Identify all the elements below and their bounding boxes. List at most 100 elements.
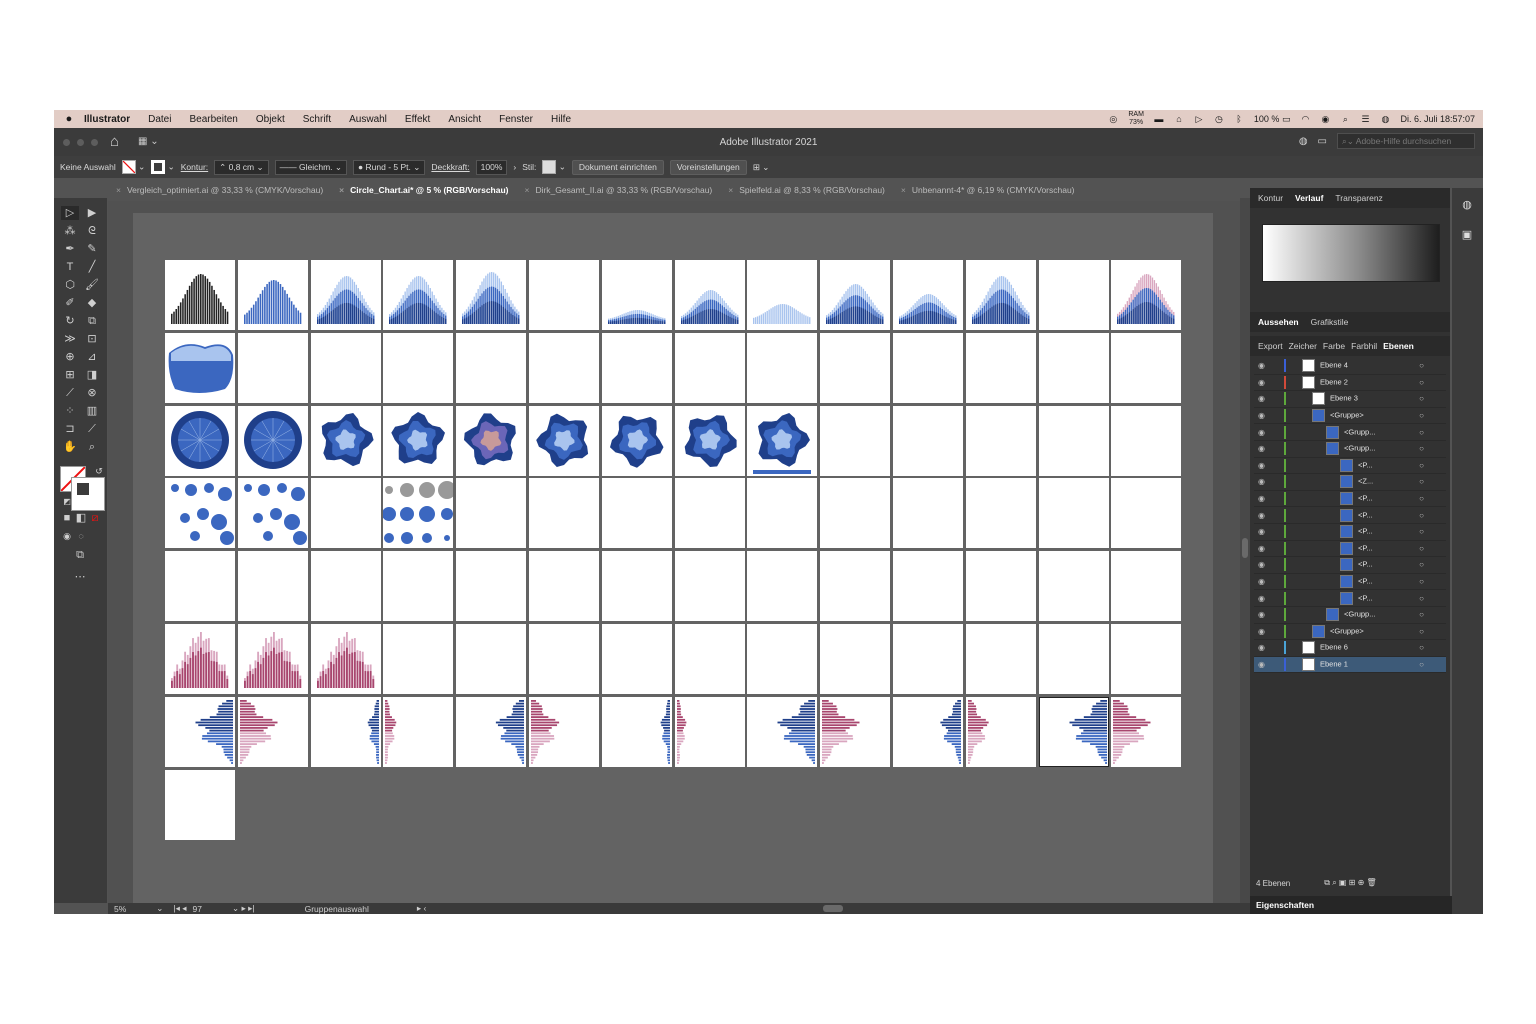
artboard[interactable]: [893, 624, 963, 694]
pen-tool-icon[interactable]: ✒: [61, 242, 79, 256]
artboard[interactable]: [529, 551, 599, 622]
tab-grafikstile[interactable]: Grafikstile: [1311, 317, 1349, 327]
cloud-user-icon[interactable]: ◍: [1299, 136, 1308, 147]
symbol-sprayer-tool-icon[interactable]: ⁘: [61, 404, 79, 418]
artboard[interactable]: [674, 332, 745, 403]
artboard[interactable]: [1037, 695, 1110, 768]
artboard[interactable]: [165, 260, 235, 330]
artboard[interactable]: [820, 624, 891, 694]
artboard[interactable]: [456, 551, 527, 622]
status-mode[interactable]: Gruppenauswahl: [305, 904, 369, 914]
free-transform-tool-icon[interactable]: ⊡: [83, 332, 101, 346]
target-circle-icon[interactable]: ○: [1419, 627, 1424, 636]
scale-tool-icon[interactable]: ⧉: [83, 314, 101, 328]
artboard[interactable]: [165, 624, 235, 694]
apple-icon[interactable]: ●: [54, 113, 84, 125]
target-circle-icon[interactable]: ○: [1419, 477, 1424, 486]
artboard[interactable]: [1038, 551, 1109, 622]
menu-auswahl[interactable]: Auswahl: [349, 114, 387, 125]
artboard[interactable]: [893, 696, 963, 767]
next-artboard-icon[interactable]: ⌄ ▸ ▸|: [232, 903, 255, 914]
artboard[interactable]: [893, 478, 963, 549]
artboard-number-field[interactable]: 97: [193, 904, 202, 914]
visibility-eye-icon[interactable]: ◉: [1258, 361, 1265, 370]
first-artboard-icon[interactable]: |◂ ◂: [173, 903, 186, 914]
layer-row[interactable]: ◉ <P... ○: [1254, 458, 1446, 475]
visibility-eye-icon[interactable]: ◉: [1258, 627, 1265, 636]
curvature-tool-icon[interactable]: ✎: [83, 242, 101, 256]
stroke-swatch[interactable]: ⌄: [151, 160, 175, 174]
artboard[interactable]: [1111, 696, 1182, 767]
play-icon[interactable]: ▷: [1194, 114, 1204, 125]
artboard[interactable]: [601, 696, 672, 767]
swap-colors-icon[interactable]: ↺: [90, 464, 108, 478]
artboard[interactable]: [965, 551, 1036, 622]
artboard[interactable]: [237, 405, 308, 476]
tab-farbe[interactable]: Farbe: [1323, 341, 1345, 351]
target-circle-icon[interactable]: ○: [1419, 361, 1424, 370]
tab-dirk-gesamt[interactable]: × Dirk_Gesamt_II.ai @ 33,33 % (RGB/Vorsch…: [516, 185, 720, 195]
layer-row[interactable]: ◉ <P... ○: [1254, 491, 1446, 508]
menu-objekt[interactable]: Objekt: [256, 114, 285, 125]
menu-ansicht[interactable]: Ansicht: [448, 114, 481, 125]
layer-row[interactable]: ◉ <Z... ○: [1254, 474, 1446, 491]
artboard[interactable]: [456, 696, 527, 767]
stroke-color-box[interactable]: [71, 477, 105, 511]
target-circle-icon[interactable]: ○: [1419, 444, 1424, 453]
layer-row[interactable]: ◉ <Grupp... ○: [1254, 607, 1446, 624]
layer-row[interactable]: ◉ Ebene 4 ○: [1254, 358, 1446, 375]
target-circle-icon[interactable]: ○: [1419, 378, 1424, 387]
target-circle-icon[interactable]: ○: [1419, 610, 1424, 619]
zoom-dropdown-icon[interactable]: ⌄: [156, 903, 163, 914]
artboard[interactable]: [237, 551, 308, 622]
artboard[interactable]: [383, 332, 454, 403]
artboard[interactable]: [1038, 332, 1109, 403]
brush-select[interactable]: ● Rund - 5 Pt. ⌄: [353, 159, 426, 175]
artboard[interactable]: [747, 478, 818, 549]
visibility-eye-icon[interactable]: ◉: [1258, 577, 1265, 586]
layer-row[interactable]: ◉ <Gruppe> ○: [1254, 408, 1446, 425]
artboard[interactable]: [1111, 624, 1182, 694]
artboard[interactable]: [456, 260, 527, 330]
layer-actions-icons[interactable]: ⧉ ⌕ ▣ ⊞ ⊕ 🗑: [1324, 878, 1376, 888]
screen-mode-icon[interactable]: ⧉: [71, 548, 89, 562]
drive-icon[interactable]: ▬: [1154, 114, 1164, 124]
eyedropper-tool-icon[interactable]: ⟋: [61, 386, 79, 400]
layer-row[interactable]: ◉ <Gruppe> ○: [1254, 624, 1446, 641]
tab-circle-chart[interactable]: × Circle_Chart.ai* @ 5 % (RGB/Vorschau): [331, 185, 516, 195]
visibility-eye-icon[interactable]: ◉: [1258, 643, 1265, 652]
artboard[interactable]: [529, 405, 599, 476]
artboard[interactable]: [601, 624, 672, 694]
artboard[interactable]: [165, 478, 235, 549]
artboard[interactable]: [237, 696, 308, 767]
shape-builder-tool-icon[interactable]: ⊕: [61, 350, 79, 364]
line-tool-icon[interactable]: ╱: [83, 260, 101, 274]
tab-unbenannt[interactable]: × Unbenannt-4* @ 6,19 % (CMYK/Vorschau): [893, 185, 1083, 195]
tunnel-icon[interactable]: ⌂: [1174, 114, 1184, 124]
artboard[interactable]: [310, 624, 381, 694]
visibility-eye-icon[interactable]: ◉: [1258, 511, 1265, 520]
battery-status[interactable]: 100 % ▭: [1254, 114, 1291, 125]
artboard[interactable]: [383, 405, 454, 476]
help-search-input[interactable]: ⌕⌄ Adobe-Hilfe durchsuchen: [1337, 133, 1475, 149]
layer-row[interactable]: ◉ Ebene 3 ○: [1254, 391, 1446, 408]
artboard[interactable]: [965, 696, 1036, 767]
visibility-eye-icon[interactable]: ◉: [1258, 527, 1265, 536]
artboard[interactable]: [529, 332, 599, 403]
shaper-tool-icon[interactable]: ✐: [61, 296, 79, 310]
menu-datei[interactable]: Datei: [148, 114, 171, 125]
close-icon[interactable]: ×: [116, 185, 121, 195]
preferences-button[interactable]: Voreinstellungen: [669, 159, 747, 175]
layer-row[interactable]: ◉ <Grupp... ○: [1254, 441, 1446, 458]
width-tool-icon[interactable]: ≫: [61, 332, 79, 346]
target-circle-icon[interactable]: ○: [1419, 511, 1424, 520]
tab-farbhilfe[interactable]: Farbhil: [1351, 341, 1377, 351]
layer-row[interactable]: ◉ Ebene 2 ○: [1254, 375, 1446, 392]
close-icon[interactable]: ×: [524, 185, 529, 195]
paintbrush-tool-icon[interactable]: 🖌: [83, 278, 101, 292]
artboard[interactable]: [383, 696, 454, 767]
artboard[interactable]: [893, 405, 963, 476]
artboard[interactable]: [965, 260, 1036, 330]
artboard[interactable]: [820, 405, 891, 476]
visibility-eye-icon[interactable]: ◉: [1258, 477, 1265, 486]
